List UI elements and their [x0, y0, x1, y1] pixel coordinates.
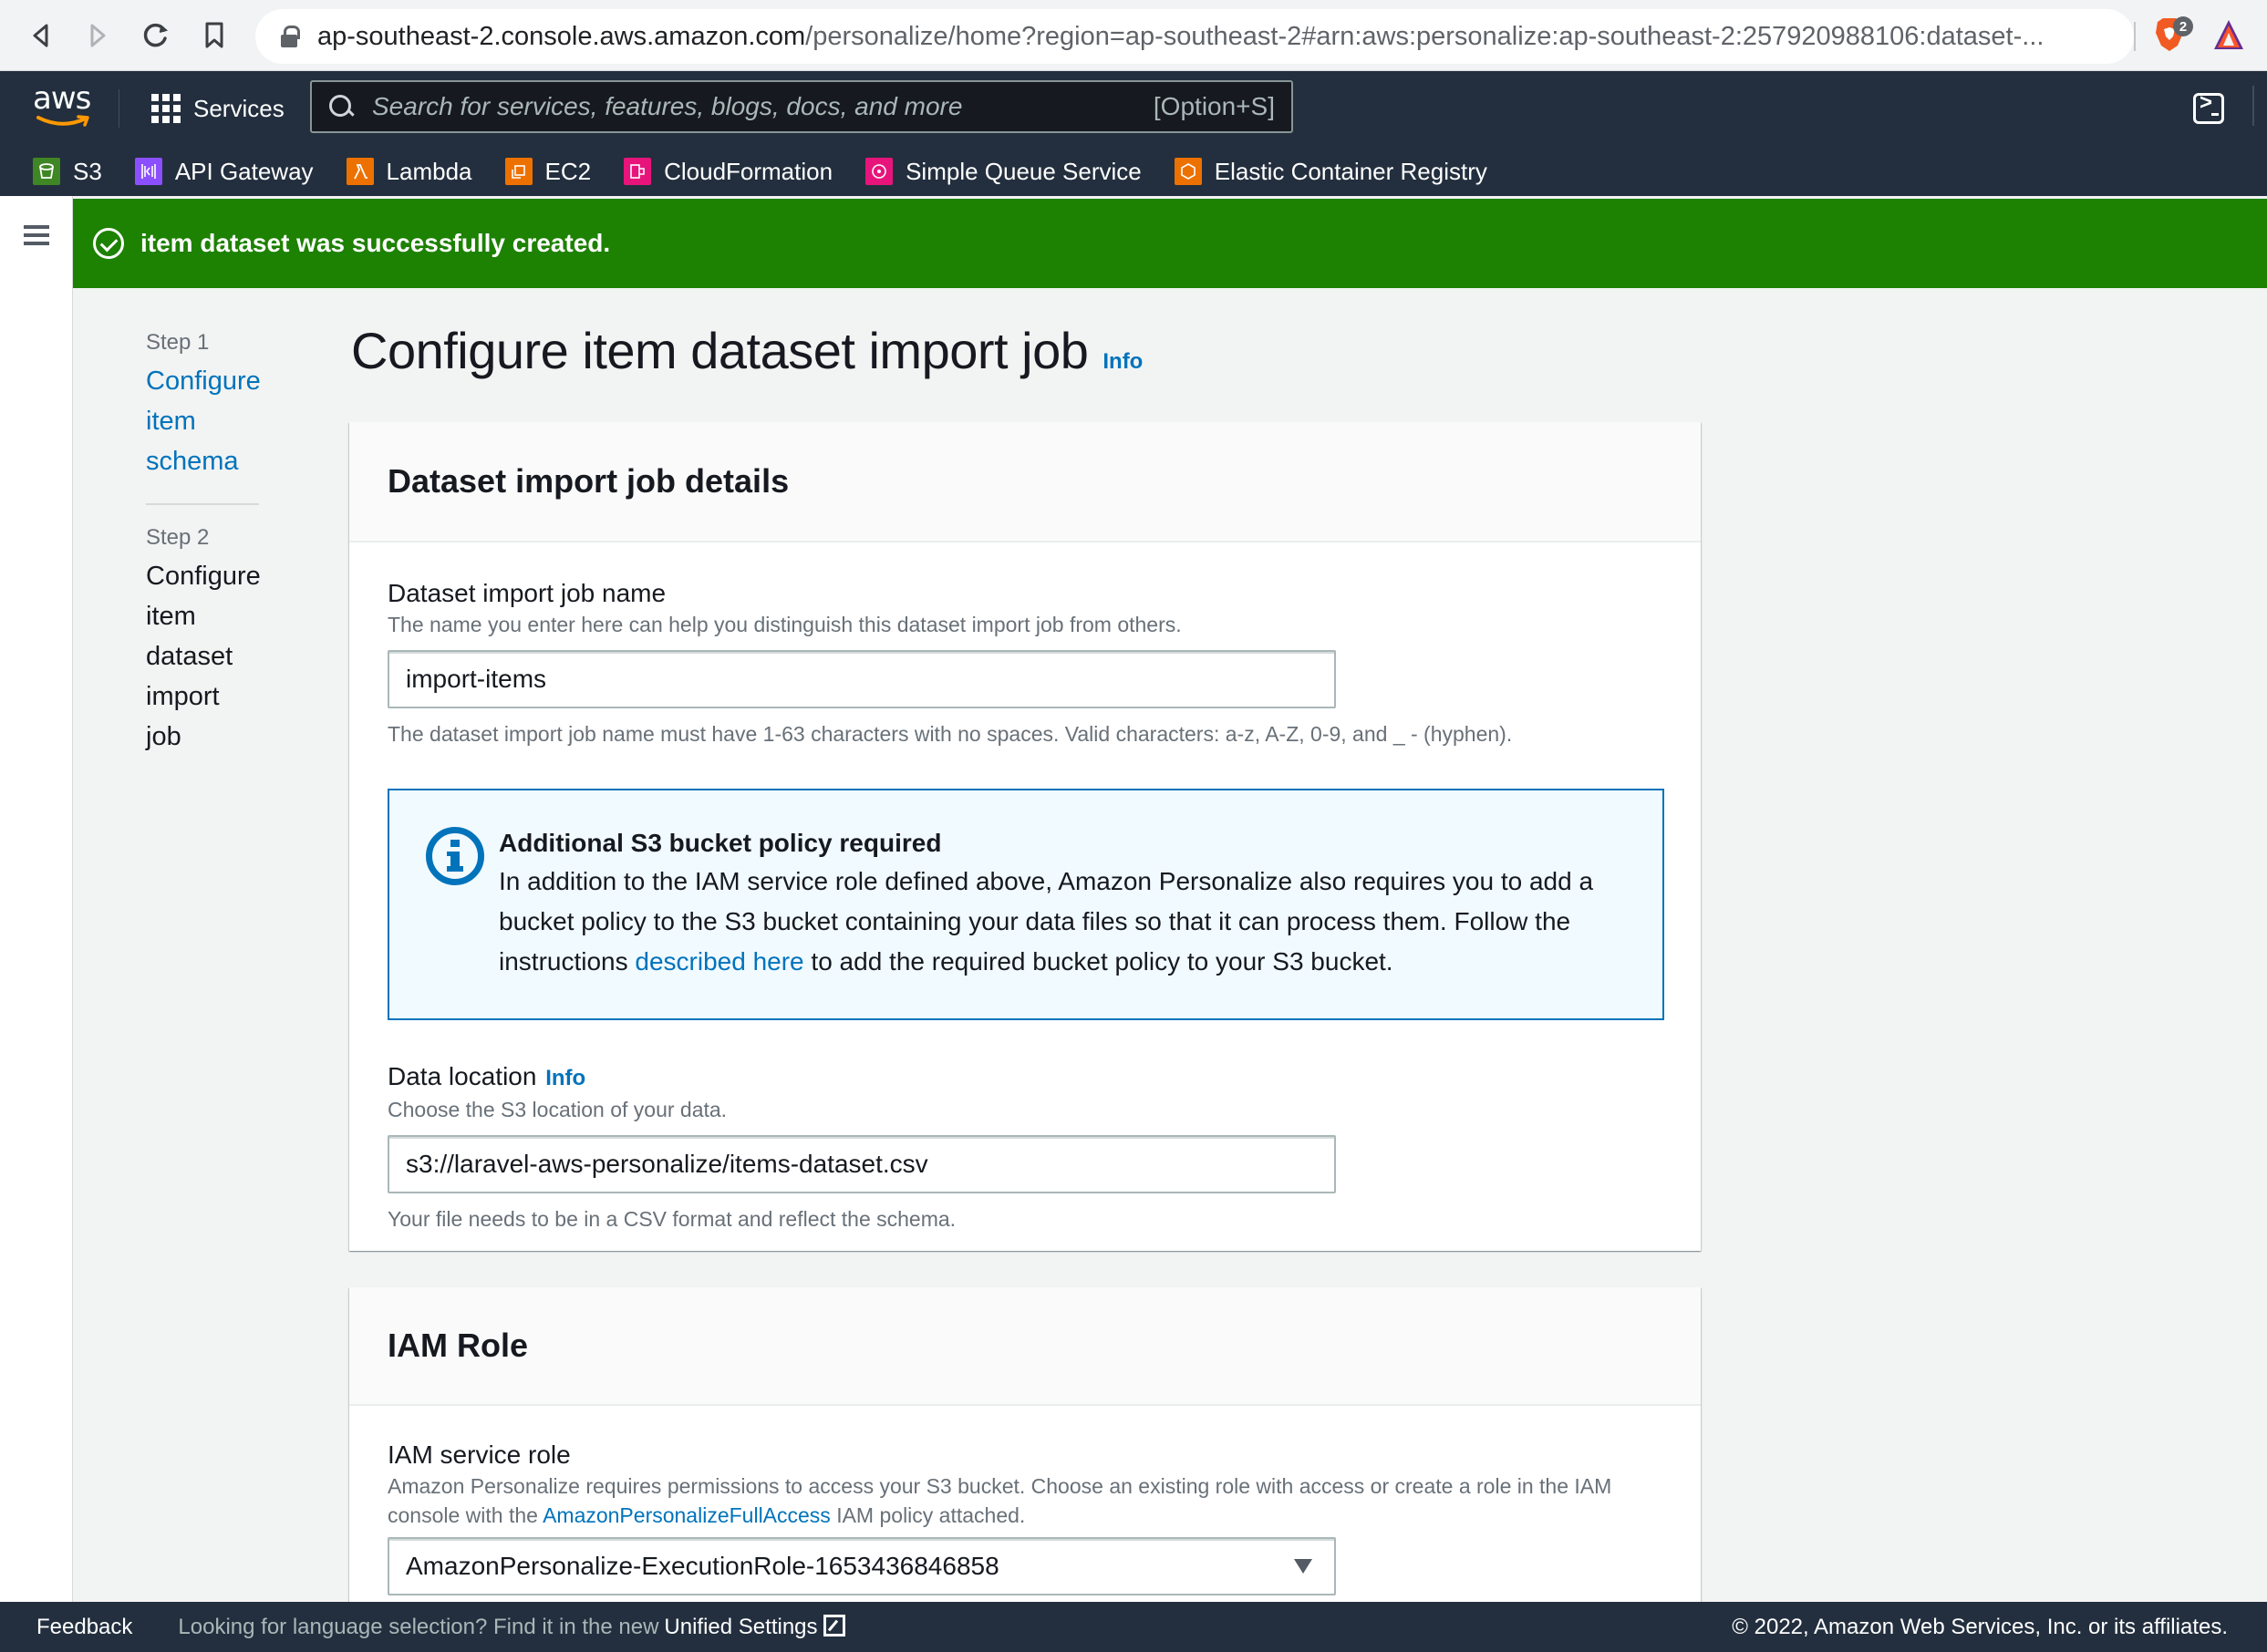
selected-role: AmazonPersonalize-ExecutionRole-16534368…: [406, 1552, 999, 1580]
alert-title: Additional S3 bucket policy required: [499, 829, 942, 857]
bookmark-icon[interactable]: [197, 18, 232, 53]
job-name-input[interactable]: [388, 650, 1336, 708]
url-text: ap-southeast-2.console.aws.amazon.com/pe…: [317, 21, 2044, 51]
language-hint: Looking for language selection? Find it …: [178, 1614, 659, 1639]
step-2-label: Step 2: [146, 525, 210, 550]
job-name-label: Dataset import job name: [388, 579, 667, 607]
brave-rewards-icon[interactable]: [2212, 18, 2245, 51]
nav-divider-right: [2252, 86, 2254, 126]
iam-service-role-select[interactable]: AmazonPersonalize-ExecutionRole-16534368…: [388, 1537, 1336, 1595]
search-input[interactable]: [372, 92, 1154, 121]
bucket-policy-info-alert: Additional S3 bucket policy required In …: [388, 789, 1664, 1020]
search-shortcut-hint: [Option+S]: [1153, 92, 1275, 120]
favorite-lambda[interactable]: Lambda: [346, 158, 472, 186]
aws-logo[interactable]: aws: [33, 80, 93, 128]
card-header: IAM Role: [349, 1287, 1701, 1406]
search-icon: [328, 94, 354, 119]
step-1-link[interactable]: Configure item schema: [146, 361, 261, 481]
sqs-icon: [865, 158, 894, 185]
data-location-constraint: Your file needs to be in a CSV format an…: [388, 1207, 957, 1231]
data-location-label: Data location Info: [388, 1062, 586, 1090]
browser-toolbar: ap-southeast-2.console.aws.amazon.com/pe…: [0, 0, 2267, 71]
step-2-title: Configure item dataset import job: [146, 562, 261, 751]
reload-icon[interactable]: [139, 18, 173, 53]
lock-icon[interactable]: [281, 26, 300, 47]
success-flash-banner: item dataset was successfully created.: [73, 199, 2267, 288]
iam-service-role-description: Amazon Personalize requires permissions …: [388, 1474, 1612, 1527]
step-1-label: Step 1: [146, 330, 210, 355]
favorite-api-gateway[interactable]: API Gateway: [134, 158, 314, 186]
favorites-bar: S3 API Gateway Lambda EC2 CloudFormation: [33, 155, 1520, 188]
data-location-input[interactable]: [388, 1135, 1336, 1193]
card-title: IAM Role: [388, 1327, 529, 1364]
page-info-link[interactable]: Info: [1102, 349, 1143, 375]
back-icon[interactable]: [24, 18, 58, 53]
full-access-policy-link[interactable]: AmazonPersonalizeFullAccess: [543, 1503, 831, 1527]
toolbar-divider: [2134, 22, 2136, 51]
job-name-constraint: The dataset import job name must have 1-…: [388, 722, 1513, 746]
wizard-steps: Step 1 Configure item schema Step 2 Conf…: [146, 328, 261, 757]
iam-service-role-label: IAM service role: [388, 1440, 571, 1469]
favorite-cloudformation[interactable]: CloudFormation: [624, 158, 833, 186]
alert-text: In addition to the IAM service role defi…: [499, 867, 1594, 976]
page-title: Configure item dataset import job: [351, 322, 1089, 379]
lambda-icon: [346, 158, 374, 185]
card-header: Dataset import job details: [349, 422, 1701, 542]
favorite-ec2[interactable]: EC2: [504, 158, 591, 186]
data-location-info-link[interactable]: Info: [545, 1066, 585, 1090]
flash-message: item dataset was successfully created.: [140, 229, 611, 257]
copyright: © 2022, Amazon Web Services, Inc. or its…: [1732, 1614, 2228, 1639]
menu-icon[interactable]: [24, 225, 49, 245]
services-label: Services: [193, 94, 285, 122]
page-header: Configure item dataset import job Info: [351, 321, 1143, 380]
info-icon: [426, 827, 484, 885]
ecr-icon: [1174, 158, 1202, 185]
ec2-icon: [504, 158, 533, 185]
s3-icon: [33, 158, 60, 185]
iam-role-card: IAM Role IAM service role Amazon Persona…: [349, 1287, 1701, 1652]
favorite-s3[interactable]: S3: [33, 158, 102, 186]
dataset-import-job-details-card: Dataset import job details Dataset impor…: [349, 422, 1701, 1251]
unified-settings-link[interactable]: Unified Settings: [664, 1614, 845, 1640]
step-divider: [146, 503, 259, 505]
unified-search[interactable]: [Option+S]: [310, 80, 1293, 133]
side-navigation-rail: [0, 196, 73, 1602]
shield-count-badge: 2: [2173, 16, 2193, 36]
address-bar[interactable]: ap-southeast-2.console.aws.amazon.com/pe…: [255, 9, 2134, 64]
forward-icon[interactable]: [80, 18, 115, 53]
described-here-link[interactable]: described here: [635, 947, 803, 976]
external-link-icon: [823, 1614, 845, 1637]
aws-top-nav: aws Services [Option+S] S3 API Gateway: [0, 71, 2267, 196]
job-name-description: The name you enter here can help you dis…: [388, 613, 1182, 636]
caret-down-icon: [1294, 1559, 1312, 1574]
data-location-description: Choose the S3 location of your data.: [388, 1098, 728, 1121]
console-footer: Feedback Looking for language selection?…: [0, 1602, 2267, 1652]
api-gateway-icon: [134, 158, 162, 185]
services-menu-button[interactable]: Services: [151, 89, 285, 128]
cloudformation-icon: [624, 158, 652, 185]
feedback-link[interactable]: Feedback: [36, 1615, 132, 1640]
favorite-ecr[interactable]: Elastic Container Registry: [1174, 158, 1487, 186]
favorite-sqs[interactable]: Simple Queue Service: [865, 158, 1142, 186]
cloudshell-icon[interactable]: [2193, 90, 2224, 124]
success-check-icon: [93, 228, 124, 259]
card-title: Dataset import job details: [388, 462, 790, 500]
services-grid-icon: [151, 94, 181, 123]
